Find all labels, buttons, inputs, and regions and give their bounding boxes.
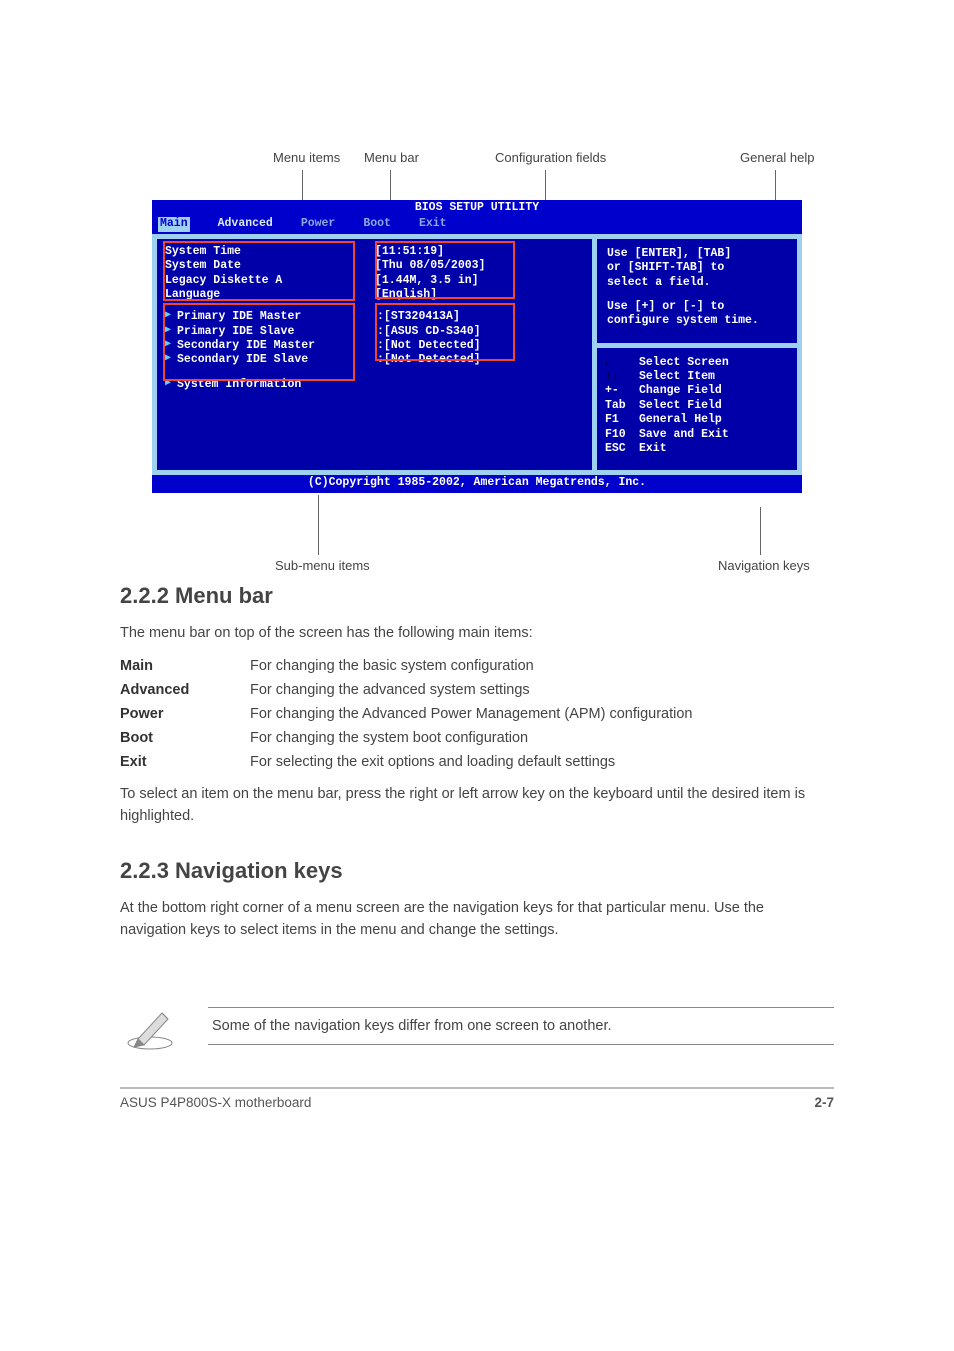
nav-row: ↑↓Select Item — [605, 370, 791, 384]
nav-desc: General Help — [639, 413, 722, 427]
callout-line-nav-keys — [760, 507, 761, 555]
bios-title: BIOS SETUP UTILITY — [152, 200, 802, 216]
footer-divider — [120, 1087, 834, 1089]
nav-key: ESC — [605, 442, 639, 456]
help-line: select a field. — [607, 276, 787, 290]
nav-row: F1General Help — [605, 413, 791, 427]
pencil-note-icon — [120, 1001, 180, 1051]
bios-tab-main[interactable]: Main — [158, 217, 190, 231]
footer-left: ASUS P4P800S-X motherboard — [120, 1095, 311, 1110]
nav-row: ←Select Screen — [605, 356, 791, 370]
para-nav-keys: At the bottom right corner of a menu scr… — [120, 898, 834, 942]
menu-desc-main: For changing the basic system configurat… — [250, 658, 834, 674]
nav-desc: Save and Exit — [639, 428, 729, 442]
section-title-222: 2.2.2 Menu bar — [120, 583, 834, 609]
bios-tab-power[interactable]: Power — [301, 217, 336, 231]
intro-para: The menu bar on top of the screen has th… — [120, 623, 834, 645]
footer-right: 2-7 — [814, 1095, 834, 1110]
callout-general-help: General help — [740, 150, 814, 165]
help-line: Use [ENTER], [TAB] — [607, 247, 787, 261]
callout-submenu-items: Sub-menu items — [275, 558, 370, 573]
callout-line-submenu-items — [318, 495, 319, 555]
menu-desc-exit: For selecting the exit options and loadi… — [250, 754, 834, 770]
nav-row: +-Change Field — [605, 384, 791, 398]
section-title-223: 2.2.3 Navigation keys — [120, 858, 834, 884]
nav-key: F10 — [605, 428, 639, 442]
help-line: or [SHIFT-TAB] to — [607, 261, 787, 275]
nav-key: F1 — [605, 413, 639, 427]
nav-row: F10Save and Exit — [605, 428, 791, 442]
menu-name-power: Power — [120, 706, 250, 722]
highlight-menu-fields — [163, 241, 355, 301]
help-line: configure system time. — [607, 314, 787, 328]
bios-screenshot: BIOS SETUP UTILITY Main Advanced Power B… — [152, 200, 802, 493]
arrow-updown-icon: ↑↓ — [605, 370, 639, 384]
note-text: Some of the navigation keys differ from … — [208, 1007, 834, 1045]
menu-name-boot: Boot — [120, 730, 250, 746]
menu-desc-advanced: For changing the advanced system setting… — [250, 682, 834, 698]
callout-menu-items: Menu items — [273, 150, 340, 165]
arrow-left-icon: ← — [605, 356, 639, 370]
para-select-item: To select an item on the menu bar, press… — [120, 784, 834, 828]
callout-nav-keys: Navigation keys — [718, 558, 810, 573]
nav-desc: Select Screen — [639, 356, 729, 370]
nav-row: ESCExit — [605, 442, 791, 456]
nav-desc: Select Item — [639, 370, 715, 384]
bios-tab-advanced[interactable]: Advanced — [218, 217, 273, 231]
nav-desc: Change Field — [639, 384, 722, 398]
nav-desc: Exit — [639, 442, 667, 456]
help-line: Use [+] or [-] to — [607, 300, 787, 314]
nav-key: +- — [605, 384, 639, 398]
menu-name-main: Main — [120, 658, 250, 674]
menu-desc-boot: For changing the system boot configurati… — [250, 730, 834, 746]
bios-tab-exit[interactable]: Exit — [419, 217, 447, 231]
highlight-config2 — [375, 303, 515, 361]
bios-menu-bar: Main Advanced Power Boot Exit — [152, 216, 802, 233]
menu-name-exit: Exit — [120, 754, 250, 770]
callout-config-fields: Configuration fields — [495, 150, 606, 165]
bios-nav-keys: ←Select Screen ↑↓Select Item +-Change Fi… — [597, 348, 797, 471]
bios-copyright: (C)Copyright 1985-2002, American Megatre… — [152, 475, 802, 492]
nav-key: Tab — [605, 399, 639, 413]
callout-menu-bar: Menu bar — [364, 150, 419, 165]
highlight-submenu — [163, 303, 355, 381]
bios-left-pane: System Time [11:51:19] System Date [Thu … — [157, 239, 592, 471]
highlight-config1 — [375, 241, 515, 299]
menu-name-advanced: Advanced — [120, 682, 250, 698]
menu-desc-power: For changing the Advanced Power Manageme… — [250, 706, 834, 722]
nav-row: TabSelect Field — [605, 399, 791, 413]
nav-desc: Select Field — [639, 399, 722, 413]
bios-help-top: Use [ENTER], [TAB] or [SHIFT-TAB] to sel… — [597, 239, 797, 343]
bios-tab-boot[interactable]: Boot — [363, 217, 391, 231]
